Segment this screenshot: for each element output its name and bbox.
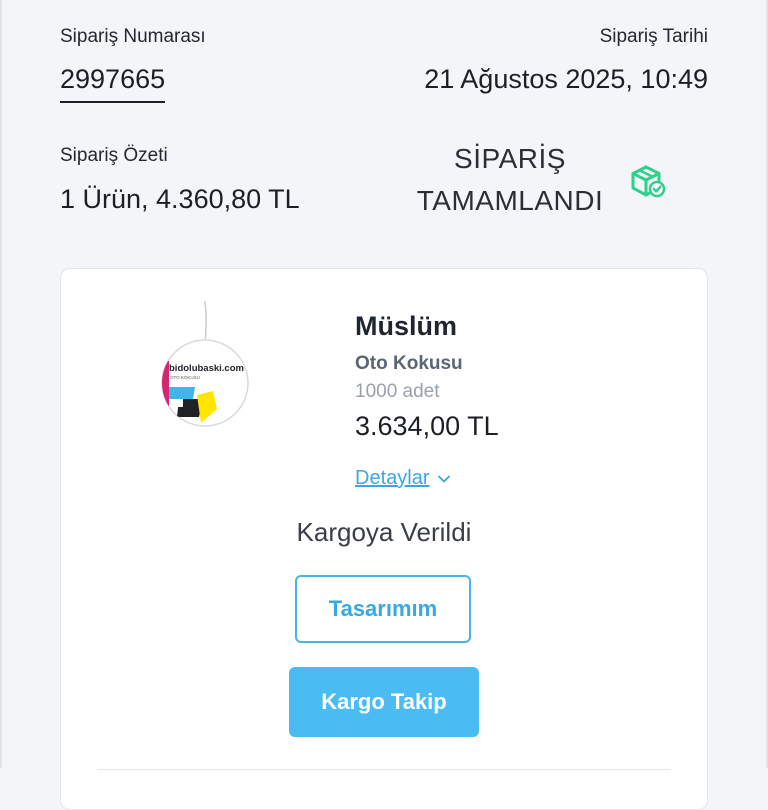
order-number-label: Sipariş Numarası (60, 26, 206, 47)
left-edge-divider (0, 0, 2, 768)
order-date-label: Sipariş Tarihi (599, 26, 708, 47)
my-design-button[interactable]: Tasarımım (295, 575, 471, 643)
order-status-text: SİPARİŞ TAMAMLANDI (416, 143, 604, 216)
product-image[interactable]: bidolubaski.com OTO KOKUSU (155, 299, 265, 429)
order-item-card: bidolubaski.com OTO KOKUSU Müslüm Oto Ko… (60, 268, 708, 810)
details-toggle-link[interactable]: Detaylar (355, 467, 451, 490)
package-check-icon (631, 165, 666, 198)
product-name: Müslüm (355, 311, 458, 341)
order-number[interactable]: 2997665 (60, 64, 166, 103)
chevron-down-icon (438, 475, 451, 482)
order-detail-page: Sipariş Numarası 2997665 Sipariş Tarihi … (0, 0, 768, 810)
product-image-subtitle: OTO KOKUSU (170, 375, 200, 380)
product-image-brand: bidolubaski.com (169, 363, 244, 374)
product-price: 3.634,00 TL (355, 411, 499, 441)
order-summary-label: Sipariş Özeti (60, 145, 168, 166)
product-quantity: 1000 adet (355, 381, 440, 402)
details-link-label: Detaylar (355, 467, 430, 489)
card-divider (97, 769, 671, 770)
order-date: 21 Ağustos 2025, 10:49 (424, 64, 708, 94)
order-summary: 1 Ürün, 4.360,80 TL (60, 184, 300, 214)
product-category: Oto Kokusu (355, 353, 463, 374)
cargo-tracking-button[interactable]: Kargo Takip (289, 667, 479, 737)
shipping-status: Kargoya Verildi (296, 517, 472, 547)
